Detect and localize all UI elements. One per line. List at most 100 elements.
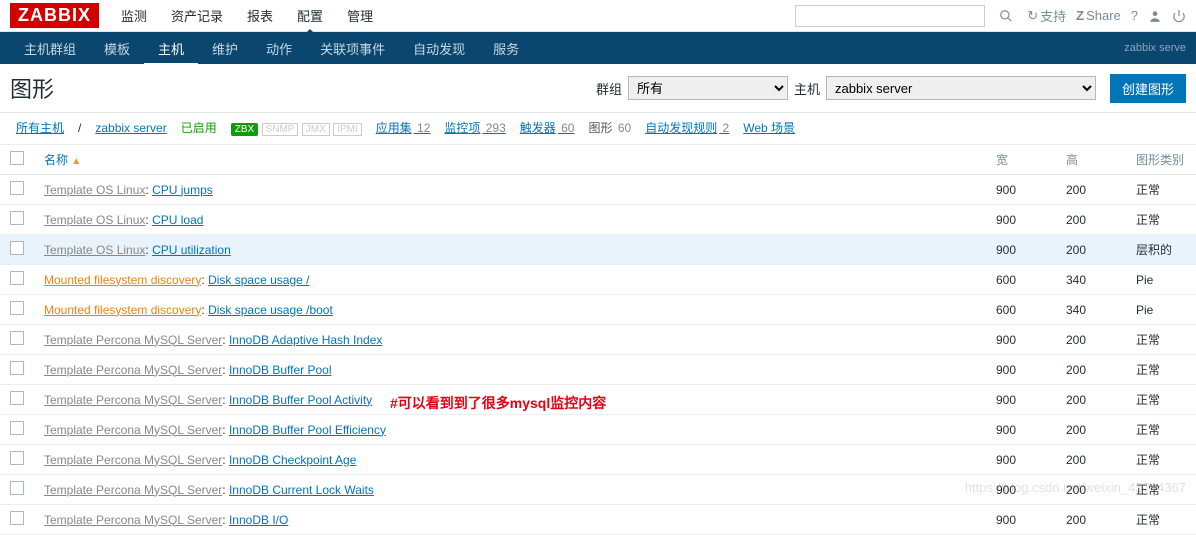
graph-link[interactable]: InnoDB Checkpoint Age — [229, 453, 356, 467]
secondary-menu-item[interactable]: 自动发现 — [399, 31, 479, 66]
template-link[interactable]: Mounted filesystem discovery — [44, 303, 201, 317]
row-height: 200 — [1056, 175, 1126, 205]
zbx-tag: ZBX — [231, 123, 258, 136]
col-name-header[interactable]: 名称 ▲ — [34, 145, 986, 175]
table-row: Template OS Linux: CPU load900200正常 — [0, 205, 1196, 235]
template-link[interactable]: Template Percona MySQL Server — [44, 363, 222, 377]
row-checkbox[interactable] — [10, 331, 24, 345]
template-link[interactable]: Template OS Linux — [44, 243, 145, 257]
search-icon[interactable] — [995, 5, 1017, 27]
host-tab[interactable]: 图形 60 — [588, 121, 631, 135]
graph-link[interactable]: InnoDB Current Lock Waits — [229, 483, 374, 497]
host-tab[interactable]: 触发器 60 — [520, 121, 575, 135]
filter-host-select[interactable]: zabbix server — [826, 76, 1096, 100]
filter-group: 群组 所有 主机 zabbix server 创建图形 — [596, 74, 1186, 103]
template-link[interactable]: Template Percona MySQL Server — [44, 333, 222, 347]
secondary-menu-item[interactable]: 服务 — [479, 31, 533, 66]
col-height-header[interactable]: 高 — [1056, 145, 1126, 175]
row-name: Template OS Linux: CPU load — [34, 205, 986, 235]
all-hosts-link[interactable]: 所有主机 — [16, 119, 64, 136]
secondary-menu: 主机群组模板主机维护动作关联项事件自动发现服务 — [10, 31, 1124, 66]
graph-link[interactable]: InnoDB Buffer Pool Activity — [229, 393, 372, 407]
select-all-cell — [0, 145, 34, 175]
top-menu-item[interactable]: 管理 — [335, 0, 385, 33]
graph-link[interactable]: InnoDB I/O — [229, 513, 288, 527]
row-name: Template Percona MySQL Server: InnoDB Ch… — [34, 445, 986, 475]
template-link[interactable]: Template Percona MySQL Server — [44, 453, 222, 467]
host-tab[interactable]: 应用集 12 — [376, 121, 431, 135]
row-name: Template Percona MySQL Server: InnoDB I/… — [34, 505, 986, 535]
row-type: 正常 — [1126, 205, 1196, 235]
jmx-tag: JMX — [302, 123, 330, 136]
col-width-header[interactable]: 宽 — [986, 145, 1056, 175]
top-menu-item[interactable]: 配置 — [285, 0, 335, 33]
row-name: Mounted filesystem discovery: Disk space… — [34, 265, 986, 295]
template-link[interactable]: Template Percona MySQL Server — [44, 513, 222, 527]
row-checkbox[interactable] — [10, 271, 24, 285]
host-tab[interactable]: Web 场景 — [743, 121, 795, 135]
secondary-menu-item[interactable]: 动作 — [252, 31, 306, 66]
create-graph-button[interactable]: 创建图形 — [1110, 74, 1186, 103]
filter-group-select[interactable]: 所有 — [628, 76, 788, 100]
logo[interactable]: ZABBIX — [10, 3, 99, 28]
graph-link[interactable]: CPU utilization — [152, 243, 231, 257]
share-link[interactable]: ZShare — [1076, 8, 1121, 23]
row-checkbox[interactable] — [10, 511, 24, 525]
row-checkbox[interactable] — [10, 391, 24, 405]
secondary-menu-item[interactable]: 模板 — [90, 31, 144, 66]
graph-link[interactable]: Disk space usage /boot — [208, 303, 333, 317]
host-tabstrip: 所有主机 / zabbix server 已启用 ZBX SNMP JMX IP… — [0, 113, 1196, 145]
graph-link[interactable]: CPU load — [152, 213, 203, 227]
row-checkbox[interactable] — [10, 211, 24, 225]
filter-host-label: 主机 — [794, 79, 820, 98]
host-tab[interactable]: 监控项 293 — [444, 121, 505, 135]
row-checkbox[interactable] — [10, 361, 24, 375]
secondary-menu-item[interactable]: 关联项事件 — [306, 31, 399, 66]
col-type-header[interactable]: 图形类别 — [1126, 145, 1196, 175]
select-all-checkbox[interactable] — [10, 151, 24, 165]
template-link[interactable]: Template Percona MySQL Server — [44, 393, 222, 407]
graph-link[interactable]: CPU jumps — [152, 183, 213, 197]
top-menu-item[interactable]: 监测 — [109, 0, 159, 33]
power-icon[interactable] — [1172, 9, 1186, 23]
top-bar: ZABBIX 监测资产记录报表配置管理 ↻支持 ZShare ? — [0, 0, 1196, 32]
row-checkbox[interactable] — [10, 451, 24, 465]
top-menu-item[interactable]: 报表 — [235, 0, 285, 33]
row-width: 900 — [986, 415, 1056, 445]
row-checkbox[interactable] — [10, 241, 24, 255]
row-checkbox[interactable] — [10, 181, 24, 195]
template-link[interactable]: Template OS Linux — [44, 213, 145, 227]
secondary-menu-item[interactable]: 主机群组 — [10, 31, 90, 66]
row-width: 900 — [986, 325, 1056, 355]
row-type: Pie — [1126, 265, 1196, 295]
graph-link[interactable]: InnoDB Buffer Pool Efficiency — [229, 423, 386, 437]
secondary-menu-item[interactable]: 主机 — [144, 31, 198, 66]
row-width: 900 — [986, 205, 1056, 235]
support-link[interactable]: ↻支持 — [1027, 6, 1066, 25]
row-width: 900 — [986, 445, 1056, 475]
row-type: Pie — [1126, 295, 1196, 325]
template-link[interactable]: Template Percona MySQL Server — [44, 483, 222, 497]
row-type: 正常 — [1126, 415, 1196, 445]
secondary-menu-item[interactable]: 维护 — [198, 31, 252, 66]
row-name: Template Percona MySQL Server: InnoDB Ad… — [34, 325, 986, 355]
row-checkbox[interactable] — [10, 301, 24, 315]
host-tab[interactable]: 自动发现规则 2 — [645, 121, 729, 135]
user-icon[interactable] — [1148, 9, 1162, 23]
help-icon[interactable]: ? — [1131, 8, 1138, 23]
table-row: Template Percona MySQL Server: InnoDB I/… — [0, 505, 1196, 535]
template-link[interactable]: Template Percona MySQL Server — [44, 423, 222, 437]
search-input[interactable] — [795, 5, 985, 27]
host-link[interactable]: zabbix server — [95, 121, 166, 135]
top-menu-item[interactable]: 资产记录 — [159, 0, 235, 33]
row-checkbox[interactable] — [10, 481, 24, 495]
graph-link[interactable]: Disk space usage / — [208, 273, 309, 287]
row-name: Template Percona MySQL Server: InnoDB Bu… — [34, 355, 986, 385]
row-type: 正常 — [1126, 325, 1196, 355]
template-link[interactable]: Template OS Linux — [44, 183, 145, 197]
row-height: 200 — [1056, 235, 1126, 265]
graph-link[interactable]: InnoDB Buffer Pool — [229, 363, 332, 377]
graph-link[interactable]: InnoDB Adaptive Hash Index — [229, 333, 382, 347]
template-link[interactable]: Mounted filesystem discovery — [44, 273, 201, 287]
row-checkbox[interactable] — [10, 421, 24, 435]
